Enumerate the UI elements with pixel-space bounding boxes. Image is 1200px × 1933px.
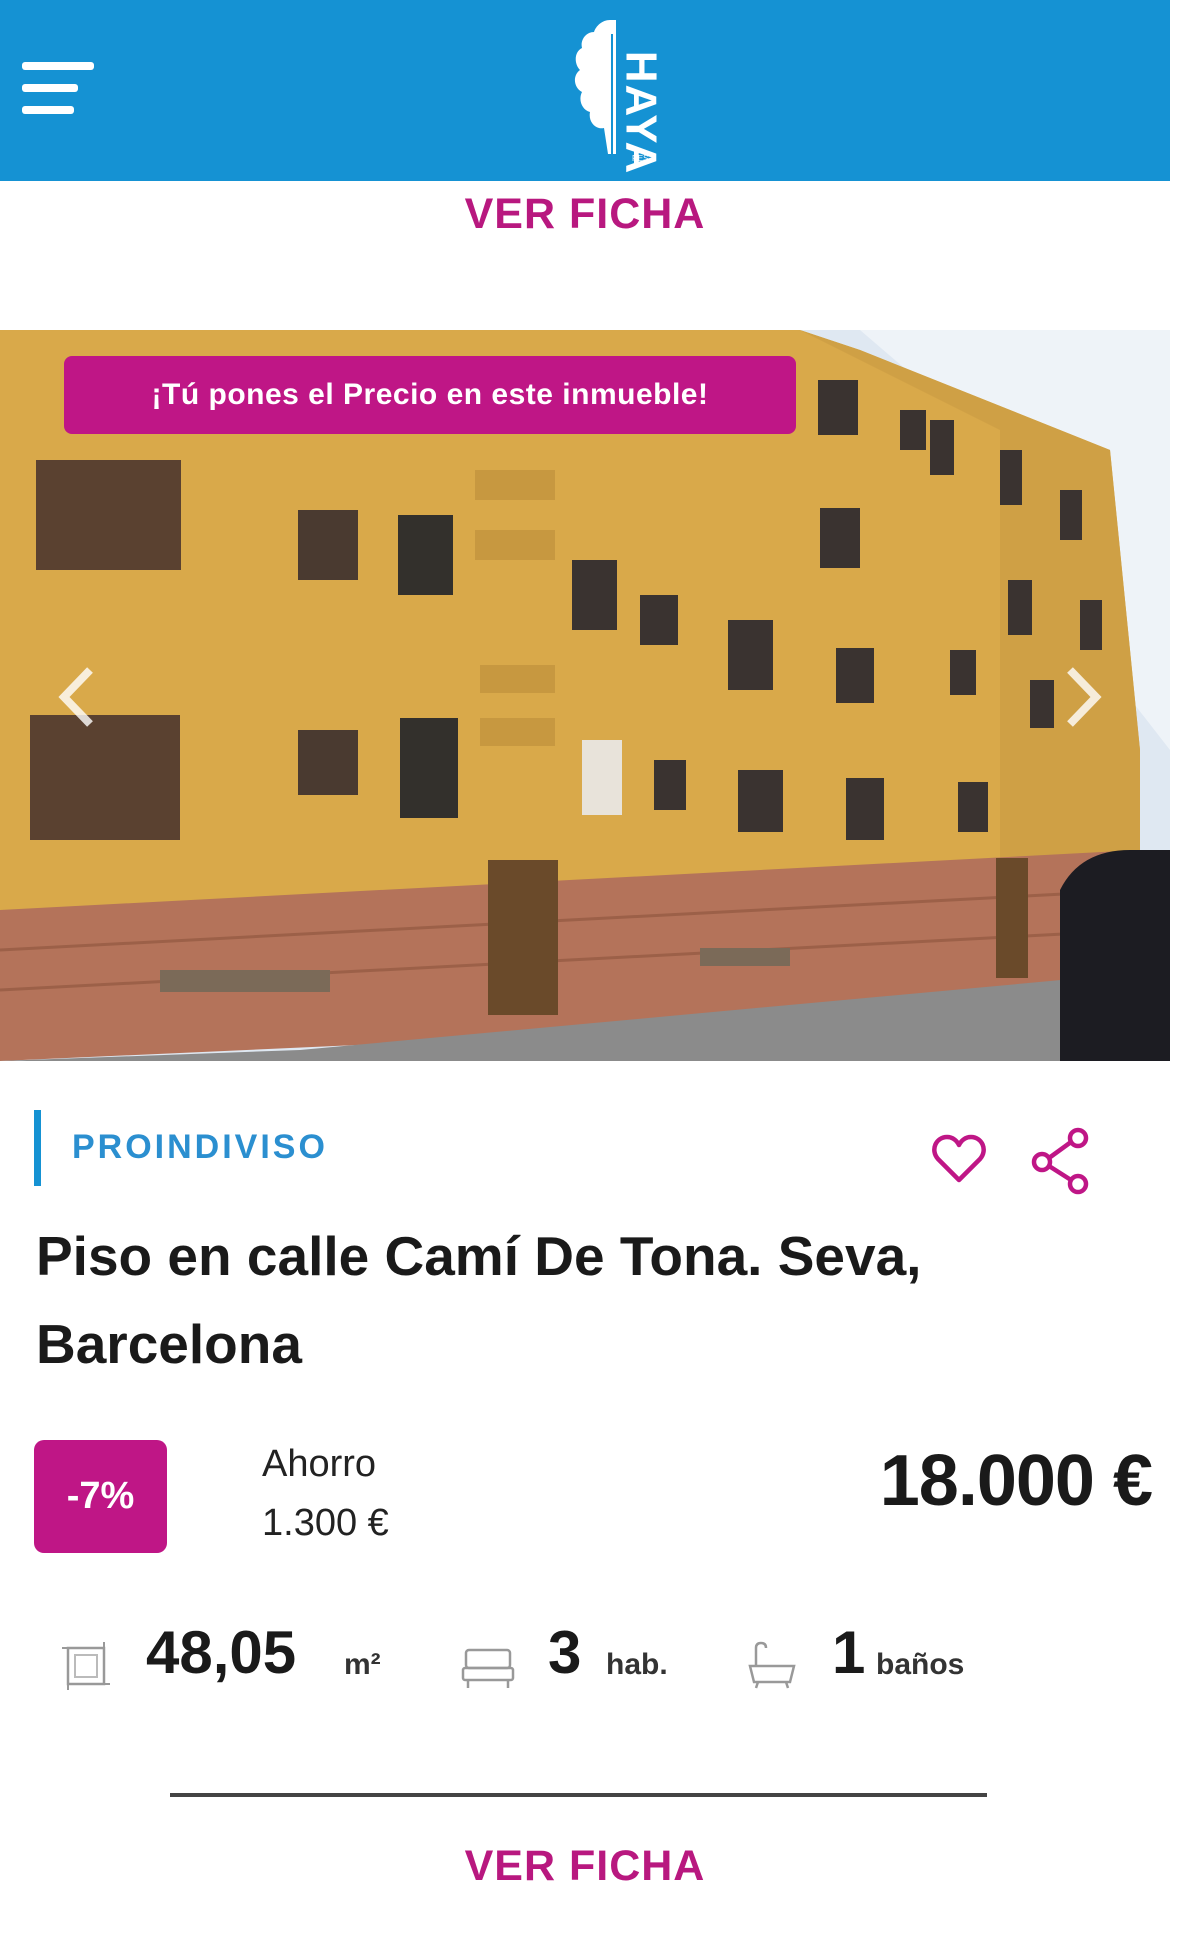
- rooms-unit: hab.: [606, 1648, 668, 1681]
- logo-subtext: RES: [632, 154, 649, 163]
- next-image-arrow-icon[interactable]: [1058, 664, 1108, 730]
- hamburger-menu-icon[interactable]: [22, 62, 96, 114]
- bathtub-icon: [744, 1640, 800, 1697]
- share-icon[interactable]: [1030, 1126, 1092, 1201]
- listing-title[interactable]: Piso en calle Camí De Tona. Seva, Barcel…: [36, 1212, 1136, 1388]
- heart-icon[interactable]: [932, 1134, 986, 1189]
- category-label: PROINDIVISO: [72, 1128, 328, 1166]
- haya-logo[interactable]: HAYA RES: [572, 14, 665, 175]
- ver-ficha-link-top[interactable]: VER FICHA: [0, 190, 1170, 239]
- area-value: 48,05: [146, 1619, 297, 1686]
- discount-badge: -7%: [34, 1440, 167, 1553]
- price: 18.000 €: [879, 1441, 1153, 1521]
- baths-unit: baños: [876, 1648, 965, 1681]
- category-accent-bar: [34, 1110, 41, 1186]
- promo-badge: ¡Tú pones el Precio en este inmueble!: [64, 356, 796, 434]
- prev-image-arrow-icon[interactable]: [52, 664, 102, 730]
- baths-value: 1: [832, 1619, 866, 1686]
- ver-ficha-link-bottom[interactable]: VER FICHA: [0, 1842, 1170, 1891]
- area-icon: [60, 1640, 112, 1697]
- bed-icon: [460, 1640, 516, 1697]
- property-photo[interactable]: [0, 330, 1170, 1061]
- app-header: HAYA RES: [0, 0, 1170, 181]
- savings-label: Ahorro: [262, 1443, 377, 1485]
- rooms-value: 3: [548, 1619, 582, 1686]
- building-image: [0, 330, 1170, 1061]
- savings-value: 1.300 €: [262, 1502, 389, 1544]
- section-divider: [170, 1793, 987, 1797]
- area-unit: m²: [344, 1648, 381, 1681]
